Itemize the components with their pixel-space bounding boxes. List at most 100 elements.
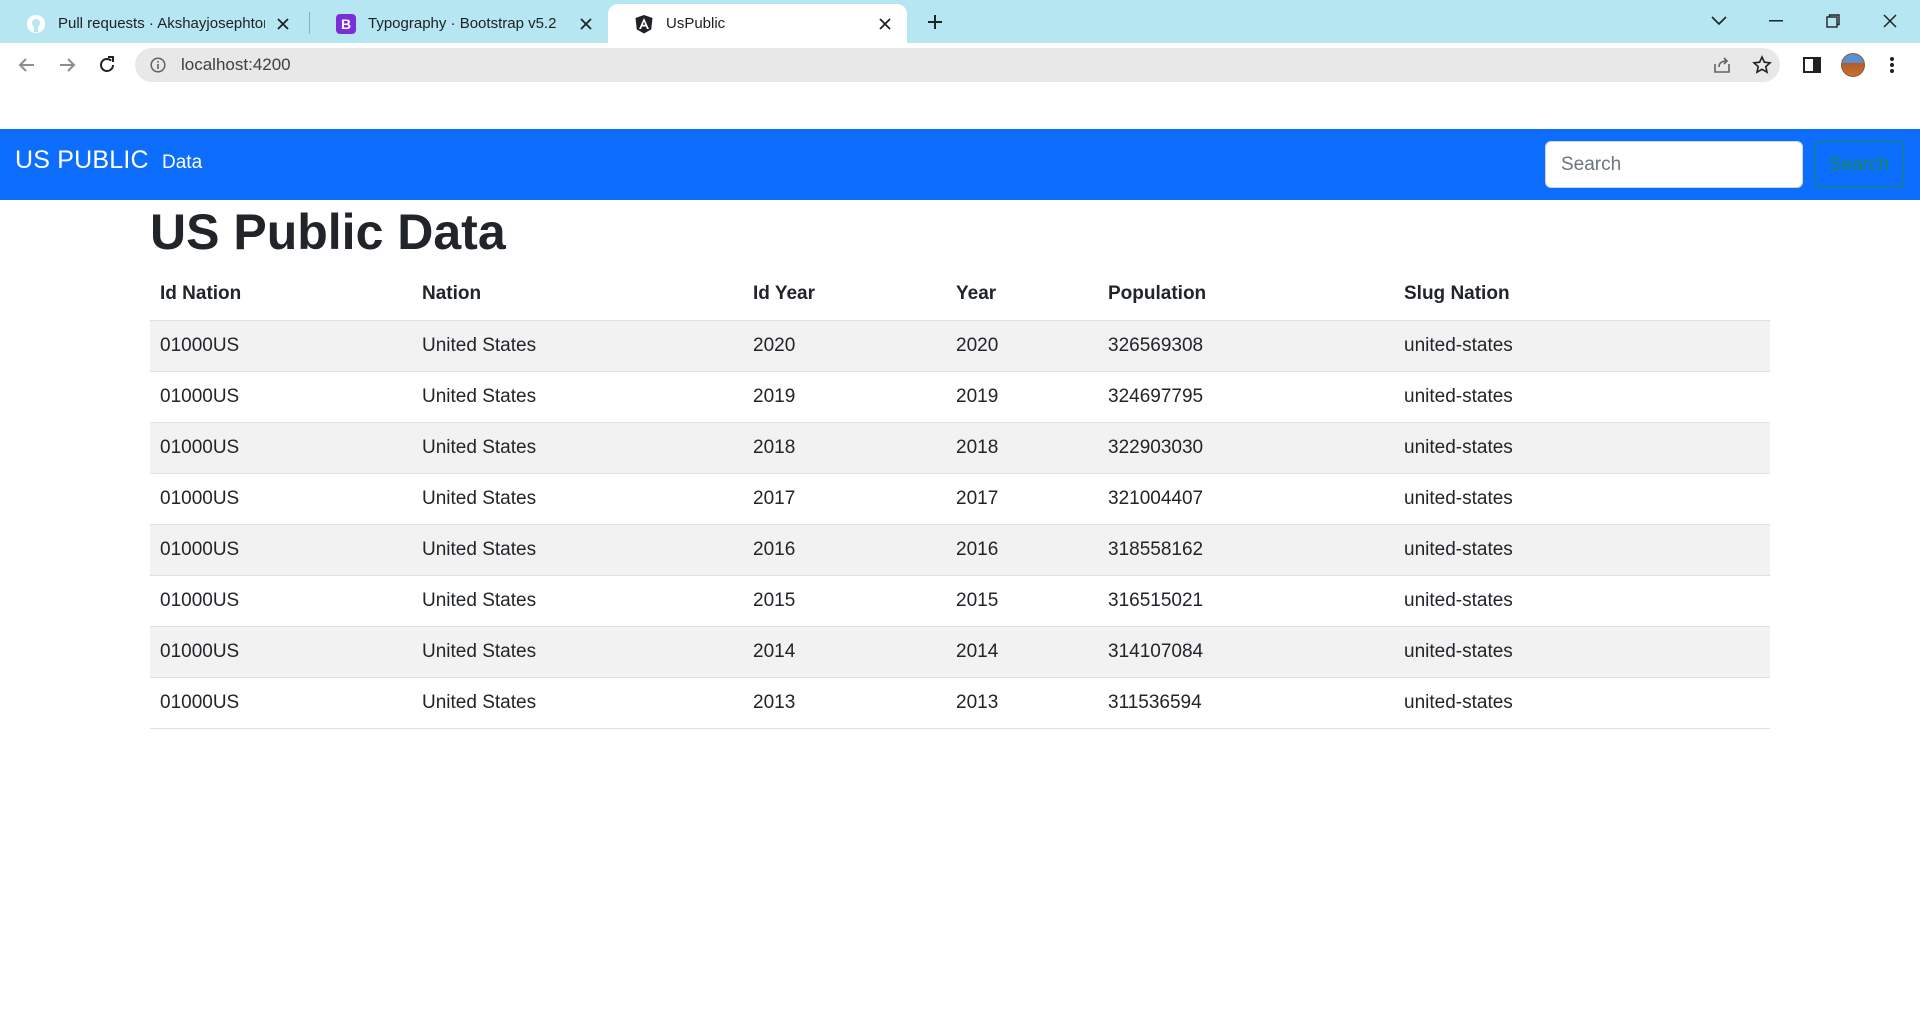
- address-bar[interactable]: localhost:4200: [135, 48, 1780, 82]
- cell-id-nation: 01000US: [150, 574, 412, 626]
- cell-population: 326569308: [1098, 319, 1394, 371]
- cell-year: 2020: [946, 319, 1098, 371]
- cell-year: 2015: [946, 574, 1098, 626]
- table-row: 01000US United States 2016 2016 31855816…: [150, 523, 1770, 575]
- share-button[interactable]: [1707, 50, 1737, 80]
- tab-uspublic[interactable]: UsPublic: [608, 4, 907, 43]
- cell-id-year: 2014: [743, 625, 946, 677]
- back-button[interactable]: [12, 50, 42, 80]
- avatar: [1841, 53, 1865, 77]
- column-header-nation: Nation: [422, 283, 482, 305]
- close-tab-icon[interactable]: [875, 14, 895, 34]
- bootstrap-icon: B: [336, 13, 356, 34]
- cell-id-nation: 01000US: [150, 370, 412, 422]
- cell-nation: United States: [412, 676, 743, 729]
- minimize-icon: [1769, 20, 1783, 22]
- close-tab-icon[interactable]: [576, 14, 596, 34]
- profile-button[interactable]: [1838, 50, 1868, 80]
- restore-button[interactable]: [1810, 4, 1856, 38]
- table-row: 01000US United States 2015 2015 31651502…: [150, 574, 1770, 626]
- cell-population: 318558162: [1098, 523, 1394, 575]
- cell-slug-nation: united-states: [1394, 574, 1770, 626]
- cell-id-nation: 01000US: [150, 676, 412, 729]
- cell-year: 2013: [946, 676, 1098, 729]
- page-content: US PUBLIC Data Search US Public Data Id …: [0, 87, 1920, 1020]
- column-header-population: Population: [1108, 283, 1207, 305]
- column-header-id-year: Id Year: [753, 283, 815, 305]
- cell-slug-nation: united-states: [1394, 370, 1770, 422]
- cell-slug-nation: united-states: [1394, 472, 1770, 524]
- column-header-year: Year: [956, 283, 997, 305]
- cell-population: 321004407: [1098, 472, 1394, 524]
- tab-label: Pull requests · Akshayjosephtomy: [58, 15, 265, 32]
- share-icon: [1714, 57, 1730, 73]
- cell-nation: United States: [412, 574, 743, 626]
- cell-population: 316515021: [1098, 574, 1394, 626]
- cell-year: 2014: [946, 625, 1098, 677]
- info-icon[interactable]: [149, 56, 167, 74]
- browser-toolbar: localhost:4200: [0, 43, 1920, 87]
- svg-text:B: B: [341, 16, 351, 32]
- cell-id-year: 2015: [743, 574, 946, 626]
- cell-year: 2019: [946, 370, 1098, 422]
- cell-population: 322903030: [1098, 421, 1394, 473]
- search-input[interactable]: [1545, 141, 1803, 188]
- cell-id-nation: 01000US: [150, 523, 412, 575]
- tab-label: UsPublic: [666, 15, 726, 32]
- cell-population: 311536594: [1098, 676, 1394, 729]
- cell-slug-nation: united-states: [1394, 625, 1770, 677]
- side-panel-button[interactable]: [1797, 50, 1827, 80]
- cell-id-nation: 01000US: [150, 421, 412, 473]
- cell-year: 2017: [946, 472, 1098, 524]
- tab-search-button[interactable]: [1696, 4, 1742, 38]
- table-row: 01000US United States 2013 2013 31153659…: [150, 676, 1770, 729]
- arrow-right-icon: [60, 58, 76, 72]
- tab-pull-requests[interactable]: Pull requests · Akshayjosephtomy: [0, 4, 305, 43]
- table-row: 01000US United States 2018 2018 32290303…: [150, 421, 1770, 473]
- cell-nation: United States: [412, 319, 743, 371]
- cell-id-year: 2018: [743, 421, 946, 473]
- column-header-slug-nation: Slug Nation: [1404, 283, 1510, 305]
- table-row: 01000US United States 2019 2019 32469779…: [150, 370, 1770, 422]
- new-tab-button[interactable]: [922, 9, 948, 35]
- table-header-row: Id Nation Nation Id Year Year Population…: [150, 269, 1770, 320]
- close-tab-icon[interactable]: [273, 14, 293, 34]
- page-title: US Public Data: [150, 204, 506, 260]
- nav-link-data[interactable]: Data: [162, 152, 202, 174]
- cell-year: 2018: [946, 421, 1098, 473]
- more-vert-icon: [1890, 57, 1894, 73]
- cell-id-year: 2020: [743, 319, 946, 371]
- cell-nation: United States: [412, 625, 743, 677]
- tab-label: Typography · Bootstrap v5.2: [368, 15, 557, 32]
- column-header-id-nation: Id Nation: [160, 283, 242, 305]
- cell-id-nation: 01000US: [150, 472, 412, 524]
- plus-icon: [928, 15, 942, 29]
- tab-typography-bootstrap[interactable]: B Typography · Bootstrap v5.2: [310, 4, 608, 43]
- search-button[interactable]: Search: [1814, 141, 1904, 188]
- forward-button[interactable]: [52, 50, 82, 80]
- url-text: localhost:4200: [181, 55, 291, 74]
- star-icon: [1752, 55, 1772, 74]
- cell-id-year: 2017: [743, 472, 946, 524]
- cell-population: 324697795: [1098, 370, 1394, 422]
- cell-slug-nation: united-states: [1394, 319, 1770, 371]
- close-icon: [1883, 14, 1897, 28]
- reload-icon: [100, 56, 114, 72]
- reload-button[interactable]: [92, 50, 122, 80]
- cell-nation: United States: [412, 421, 743, 473]
- cell-id-year: 2019: [743, 370, 946, 422]
- navbar-brand[interactable]: US PUBLIC: [15, 146, 149, 175]
- cell-slug-nation: united-states: [1394, 523, 1770, 575]
- menu-button[interactable]: [1877, 50, 1907, 80]
- navbar: US PUBLIC Data Search: [0, 129, 1920, 200]
- restore-icon: [1826, 14, 1840, 28]
- table-row: 01000US United States 2017 2017 32100440…: [150, 472, 1770, 524]
- minimize-button[interactable]: [1753, 4, 1799, 38]
- table-row: 01000US United States 2014 2014 31410708…: [150, 625, 1770, 677]
- cell-year: 2016: [946, 523, 1098, 575]
- close-window-button[interactable]: [1867, 4, 1913, 38]
- angular-icon: [634, 14, 654, 34]
- bookmark-button[interactable]: [1747, 50, 1777, 80]
- cell-id-nation: 01000US: [150, 319, 412, 371]
- chevron-down-icon: [1711, 16, 1727, 26]
